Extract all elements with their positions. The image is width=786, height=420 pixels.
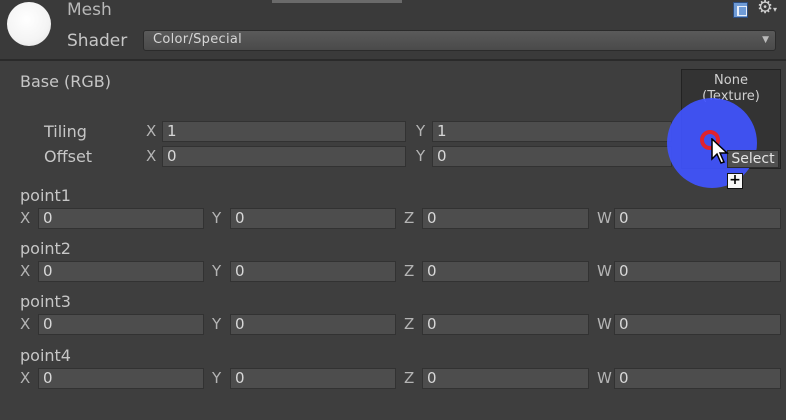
point-y-axis-label: Y bbox=[212, 315, 222, 333]
point-w-field[interactable]: 0 bbox=[614, 314, 781, 335]
point-label: point4 bbox=[20, 346, 71, 365]
point-w-axis-label: W bbox=[597, 315, 612, 333]
tiling-x-axis: X bbox=[146, 122, 157, 140]
offset-x-field[interactable]: 0 bbox=[162, 146, 406, 167]
point-z-axis-label: Z bbox=[404, 369, 415, 387]
point-x-axis-label: X bbox=[20, 209, 31, 227]
shader-label: Shader bbox=[67, 31, 128, 51]
point-label: point1 bbox=[20, 186, 71, 205]
point-w-field[interactable]: 0 bbox=[614, 368, 781, 389]
point-z-field[interactable]: 0 bbox=[422, 208, 589, 229]
tiling-x-field[interactable]: 1 bbox=[162, 121, 406, 142]
offset-x-axis: X bbox=[146, 147, 157, 165]
mesh-label: Mesh bbox=[67, 0, 112, 20]
drag-add-icon: + bbox=[727, 173, 743, 189]
material-preview-sphere bbox=[7, 2, 51, 46]
gear-icon[interactable]: ⚙ bbox=[757, 0, 773, 18]
texture-select-button[interactable]: Select bbox=[727, 150, 779, 168]
gear-caret-icon[interactable]: ▾ bbox=[773, 5, 777, 14]
offset-y-field[interactable]: 0 bbox=[432, 146, 672, 167]
tiling-y-axis: Y bbox=[416, 122, 426, 140]
shader-dropdown[interactable]: Color/Special ▼ bbox=[143, 30, 776, 51]
point-z-field[interactable]: 0 bbox=[422, 261, 589, 282]
point-y-field[interactable]: 0 bbox=[230, 261, 396, 282]
point-x-field[interactable]: 0 bbox=[38, 368, 204, 389]
point-w-field[interactable]: 0 bbox=[614, 208, 781, 229]
point-w-axis-label: W bbox=[597, 369, 612, 387]
point-y-axis-label: Y bbox=[212, 262, 222, 280]
point-y-axis-label: Y bbox=[212, 209, 222, 227]
point-x-field[interactable]: 0 bbox=[38, 314, 204, 335]
point-y-field[interactable]: 0 bbox=[230, 368, 396, 389]
point-x-axis-label: X bbox=[20, 315, 31, 333]
point-label: point3 bbox=[20, 292, 71, 311]
point-w-axis-label: W bbox=[597, 209, 612, 227]
point-x-field[interactable]: 0 bbox=[38, 208, 204, 229]
point-z-axis-label: Z bbox=[404, 315, 415, 333]
offset-label: Offset bbox=[44, 147, 93, 166]
point-y-field[interactable]: 0 bbox=[230, 208, 396, 229]
tiling-y-field[interactable]: 1 bbox=[432, 121, 672, 142]
texture-label: Base (RGB) bbox=[20, 72, 112, 91]
title-strip bbox=[272, 0, 402, 3]
help-book-icon[interactable] bbox=[733, 2, 748, 18]
point-z-field[interactable]: 0 bbox=[422, 314, 589, 335]
point-y-axis-label: Y bbox=[212, 369, 222, 387]
point-z-axis-label: Z bbox=[404, 262, 415, 280]
point-w-axis-label: W bbox=[597, 262, 612, 280]
point-x-axis-label: X bbox=[20, 369, 31, 387]
point-z-axis-label: Z bbox=[404, 209, 415, 227]
point-w-field[interactable]: 0 bbox=[614, 261, 781, 282]
tiling-label: Tiling bbox=[44, 122, 87, 141]
shader-value: Color/Special bbox=[153, 32, 243, 47]
mouse-cursor-icon bbox=[711, 138, 729, 164]
offset-y-axis: Y bbox=[416, 147, 426, 165]
point-x-axis-label: X bbox=[20, 262, 31, 280]
point-label: point2 bbox=[20, 239, 71, 258]
point-x-field[interactable]: 0 bbox=[38, 261, 204, 282]
dropdown-arrow-icon: ▼ bbox=[762, 35, 769, 45]
header-separator bbox=[0, 59, 786, 61]
point-z-field[interactable]: 0 bbox=[422, 368, 589, 389]
point-y-field[interactable]: 0 bbox=[230, 314, 396, 335]
